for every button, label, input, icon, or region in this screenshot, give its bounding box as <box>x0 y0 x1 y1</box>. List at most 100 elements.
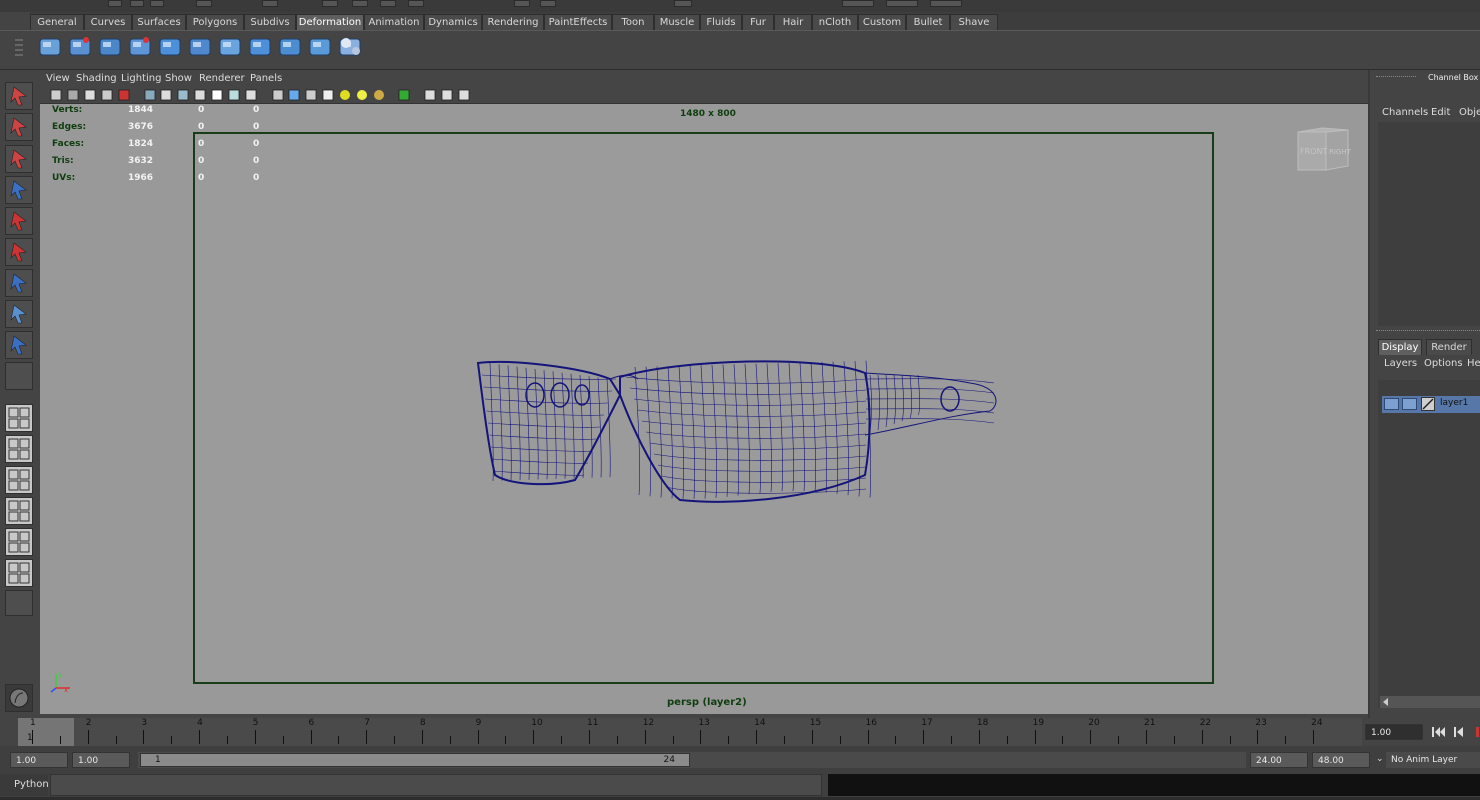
viewport-toolbar-icon[interactable] <box>458 89 470 101</box>
wire-icon[interactable] <box>216 33 244 61</box>
viewport-toolbar-icon[interactable] <box>67 89 79 101</box>
shelf-tab-ncloth[interactable]: nCloth <box>812 14 858 30</box>
status-button[interactable] <box>930 0 962 7</box>
viewport-toolbar-icon[interactable] <box>245 89 257 101</box>
blend-shape-icon[interactable] <box>156 33 184 61</box>
status-button[interactable] <box>130 0 144 7</box>
viewport-menu-show[interactable]: Show <box>165 73 192 84</box>
animation-start-field[interactable]: 1.00 <box>10 752 68 768</box>
viewport-toolbar-icon[interactable] <box>441 89 453 101</box>
status-button[interactable] <box>196 0 212 7</box>
layer-visibility-toggle[interactable] <box>1384 398 1399 410</box>
shelf-tab-curves[interactable]: Curves <box>84 14 132 30</box>
shelf-tab-subdivs[interactable]: Subdivs <box>244 14 296 30</box>
status-button[interactable] <box>540 0 556 7</box>
layer-type-toggle[interactable] <box>1402 398 1417 410</box>
viewport-toolbar-icon[interactable] <box>101 89 113 101</box>
bend-icon[interactable] <box>96 33 124 61</box>
viewport-menu-lighting[interactable]: Lighting <box>121 73 161 84</box>
shelf-tab-painteffects[interactable]: PaintEffects <box>544 14 612 30</box>
status-button[interactable] <box>322 0 338 7</box>
viewport-toolbar-icon[interactable] <box>305 89 317 101</box>
viewport-menu-view[interactable]: View <box>46 73 70 84</box>
viewport-menu-renderer[interactable]: Renderer <box>199 73 245 84</box>
viewport-toolbar-icon[interactable] <box>177 89 189 101</box>
layer-color-swatch-icon[interactable] <box>1421 397 1435 411</box>
shelf-tab-fluids[interactable]: Fluids <box>700 14 742 30</box>
cube-deformer-icon[interactable] <box>246 33 274 61</box>
viewport-toolbar-icon[interactable] <box>194 89 206 101</box>
shelf-tab-surfaces[interactable]: Surfaces <box>132 14 186 30</box>
shelf-tab-general[interactable]: General <box>30 14 84 30</box>
shelf-tab-dynamics[interactable]: Dynamics <box>424 14 482 30</box>
time-slider-track[interactable] <box>18 718 1362 746</box>
render-view-icon[interactable] <box>5 684 33 712</box>
move-tool-icon[interactable] <box>5 176 33 204</box>
panel-grip-icon[interactable] <box>1376 76 1416 81</box>
outliner-persp-layout-icon[interactable] <box>5 466 33 494</box>
graph-editor-layout-icon[interactable] <box>5 559 33 587</box>
single-pane-layout-icon[interactable] <box>5 404 33 432</box>
channel-box-menu-item[interactable]: Edit <box>1431 107 1450 118</box>
layer-menu-item[interactable]: Options <box>1424 358 1463 369</box>
status-button[interactable] <box>674 0 692 7</box>
viewport-toolbar-icon[interactable] <box>118 89 130 101</box>
status-button[interactable] <box>886 0 918 7</box>
cluster-cylinder-icon[interactable] <box>66 33 94 61</box>
soft-mod-icon[interactable] <box>276 33 304 61</box>
panel-divider[interactable] <box>1376 330 1480 337</box>
viewport-menu-shading[interactable]: Shading <box>76 73 117 84</box>
viewport-toolbar-icon[interactable] <box>288 89 300 101</box>
shelf-tab-deformation[interactable]: Deformation <box>296 14 364 30</box>
animation-end-field[interactable]: 48.00 <box>1312 752 1370 768</box>
status-button[interactable] <box>262 0 278 7</box>
layer-scrollbar[interactable] <box>1380 696 1480 708</box>
empty-tool-slot[interactable] <box>5 362 33 390</box>
status-button[interactable] <box>380 0 396 7</box>
shelf-tab-bullet[interactable]: Bullet <box>906 14 950 30</box>
paint-select-icon[interactable] <box>5 145 33 173</box>
shelf-tab-animation[interactable]: Animation <box>364 14 424 30</box>
extra-layout-icon[interactable] <box>5 590 33 616</box>
view-cube[interactable]: FRONT RIGHT <box>1292 126 1354 178</box>
status-button[interactable] <box>408 0 424 7</box>
viewport-toolbar-icon[interactable] <box>211 89 223 101</box>
viewport-toolbar-icon[interactable] <box>272 89 284 101</box>
viewport-toolbar-icon[interactable] <box>84 89 96 101</box>
viewport-toolbar-icon[interactable] <box>356 89 368 101</box>
viewport-toolbar-icon[interactable] <box>144 89 156 101</box>
lattice-icon[interactable] <box>36 33 64 61</box>
shelf-tab-fur[interactable]: Fur <box>742 14 774 30</box>
layer-menu-item[interactable]: Layers <box>1384 358 1417 369</box>
select-tool-icon[interactable] <box>5 82 33 110</box>
wrap-icon[interactable] <box>186 33 214 61</box>
range-slider-handle[interactable]: 1 24 <box>140 753 690 767</box>
channel-box-menu-item[interactable]: Channels <box>1382 107 1428 118</box>
channel-box-menu-item[interactable]: Obje <box>1459 107 1480 118</box>
shelf-tab-polygons[interactable]: Polygons <box>186 14 244 30</box>
status-button[interactable] <box>352 0 368 7</box>
four-pane-layout-icon[interactable] <box>5 435 33 463</box>
sculpt-icon[interactable] <box>126 33 154 61</box>
current-time-field[interactable]: 1.00 <box>1365 724 1423 740</box>
viewport-toolbar-icon[interactable] <box>50 89 62 101</box>
sunglasses-wireframe-model[interactable] <box>470 355 1010 515</box>
layer-menu-item[interactable]: He <box>1467 358 1480 369</box>
layer-row[interactable]: layer1 <box>1382 396 1480 413</box>
scale-tool-icon[interactable] <box>5 238 33 266</box>
show-manip-icon[interactable] <box>5 331 33 359</box>
shelf-tab-muscle[interactable]: Muscle <box>654 14 700 30</box>
command-input[interactable] <box>50 774 822 796</box>
layer-tab-render[interactable]: Render <box>1426 339 1472 355</box>
anim-layer-dropdown[interactable]: No Anim Layer <box>1386 752 1480 768</box>
viewport-toolbar-icon[interactable] <box>339 89 351 101</box>
viewport-toolbar-icon[interactable] <box>160 89 172 101</box>
rotate-tool-icon[interactable] <box>5 207 33 235</box>
shelf-tab-hair[interactable]: Hair <box>774 14 812 30</box>
soft-mod-tool-icon[interactable] <box>5 300 33 328</box>
playback-end-field[interactable]: 24.00 <box>1250 752 1308 768</box>
viewport-toolbar-icon[interactable] <box>398 89 410 101</box>
hypershade-layout-icon[interactable] <box>5 528 33 556</box>
universal-manip-icon[interactable] <box>5 269 33 297</box>
status-button[interactable] <box>108 0 122 7</box>
